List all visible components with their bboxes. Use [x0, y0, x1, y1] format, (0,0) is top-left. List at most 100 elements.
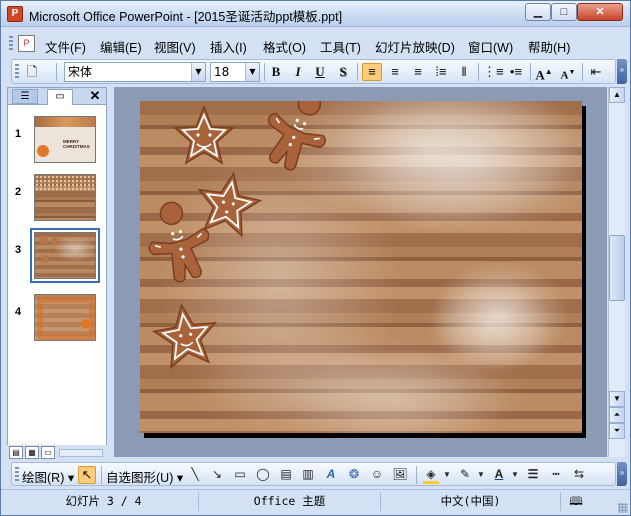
dash-style-icon[interactable]: ┅ — [547, 466, 565, 483]
menu-tools[interactable]: 工具(T) — [320, 37, 361, 56]
scrollbar-thumb[interactable] — [609, 235, 625, 301]
slides-pane: ☰ ▭ ✕ 1 MERRY CHRISTMAS 2 3 4 — [7, 87, 107, 461]
grow-font-label: A — [535, 67, 545, 83]
slide-number: 1 — [15, 128, 22, 140]
select-pointer-icon[interactable]: ↖ — [78, 466, 96, 484]
slide-thumbnail-1[interactable]: MERRY CHRISTMAS — [34, 116, 96, 163]
menu-format[interactable]: 格式(O) — [263, 37, 306, 56]
vertical-scrollbar[interactable]: ▲ ▼ ⏶ ⏷ — [608, 87, 625, 457]
oval-icon[interactable]: ◯ — [254, 466, 272, 483]
resize-grip[interactable] — [618, 503, 628, 513]
thumb-decoration — [35, 175, 95, 191]
separator — [56, 63, 57, 81]
document-menu-icon[interactable]: P — [18, 35, 35, 52]
arrow-icon[interactable]: ↘ — [208, 466, 226, 483]
chevron-down-icon[interactable]: ▼ — [506, 466, 524, 483]
line-icon[interactable]: ╲ — [186, 466, 204, 483]
fill-color-swatch — [423, 481, 439, 484]
align-right-icon[interactable]: ≡ — [408, 63, 428, 81]
menu-slideshow[interactable]: 幻灯片放映(D) — [375, 37, 455, 56]
powerpoint-app-icon[interactable]: P — [7, 6, 23, 22]
text-box-icon[interactable]: ▤ — [277, 466, 295, 483]
maximize-button[interactable]: □ — [551, 3, 577, 21]
menu-insert[interactable]: 插入(I) — [210, 37, 247, 56]
bold-button[interactable]: B — [266, 63, 286, 81]
slide-thumbnail-row[interactable]: 4 — [8, 290, 106, 346]
slide-thumbnail-row[interactable]: 2 — [8, 170, 106, 226]
menu-help[interactable]: 帮助(H) — [528, 37, 570, 56]
italic-button[interactable]: I — [288, 63, 308, 81]
slide-artwork — [148, 101, 580, 433]
underline-button[interactable]: U — [310, 63, 330, 81]
slide-thumbnail-row[interactable]: 3 — [8, 228, 106, 284]
rectangle-icon[interactable]: ▭ — [231, 466, 249, 483]
font-size-value: 18 — [214, 65, 230, 79]
normal-view-icon[interactable]: ▤ — [9, 446, 23, 459]
menu-edit[interactable]: 编辑(E) — [100, 37, 142, 56]
new-document-icon[interactable]: 🗋 — [22, 63, 42, 81]
menubar-grip[interactable] — [9, 36, 13, 52]
bullet-list-icon[interactable]: •≡ — [506, 63, 526, 81]
next-slide-icon[interactable]: ⏷ — [609, 423, 625, 439]
status-theme: Office 主题 — [199, 492, 381, 511]
chevron-down-icon[interactable]: ▼ — [245, 63, 259, 81]
vertical-text-box-icon[interactable]: ▥ — [299, 466, 317, 483]
slide-number: 4 — [15, 306, 22, 318]
status-bar: 幻灯片 3 / 4 Office 主题 中文(中国) 🕮 — [1, 489, 630, 515]
previous-slide-icon[interactable]: ⏶ — [609, 407, 625, 423]
window-title: Microsoft Office PowerPoint - [2015圣诞活动p… — [29, 10, 343, 24]
title-bar: P Microsoft Office PowerPoint - [2015圣诞活… — [1, 1, 630, 27]
font-size-select[interactable]: 18 ▼ — [210, 62, 260, 82]
tab-slides[interactable]: ▭ — [47, 89, 73, 105]
shrink-font-label: A — [560, 69, 569, 82]
status-language: 中文(中国) — [381, 492, 561, 511]
toolbar-grip[interactable] — [15, 64, 19, 80]
wordart-icon[interactable]: A — [322, 466, 340, 483]
toolbar-options-chevron-icon[interactable]: » — [617, 59, 627, 84]
diagram-icon[interactable]: ❂ — [345, 466, 363, 483]
autoshapes-button[interactable]: 自选图形(U) ▾ — [106, 467, 183, 486]
draw-menu-button[interactable]: 绘图(R) ▾ — [22, 467, 74, 486]
insert-picture-icon[interactable]: 🖼 — [391, 466, 409, 483]
arrow-style-icon[interactable]: ⇆ — [570, 466, 588, 483]
chevron-down-icon[interactable]: ▼ — [191, 63, 205, 81]
slide-sorter-view-icon[interactable]: ▦ — [25, 446, 39, 459]
scroll-down-icon[interactable]: ▼ — [609, 391, 625, 407]
distribute-icon[interactable]: ⁞≡ — [431, 63, 451, 81]
clip-art-icon[interactable]: ☺ — [368, 466, 386, 483]
slide-canvas[interactable] — [140, 101, 582, 433]
minimize-button[interactable]: ▁ — [525, 3, 551, 21]
grow-font-button[interactable]: A▲ — [534, 63, 554, 83]
close-icon[interactable]: ✕ — [82, 89, 108, 104]
numbered-list-icon[interactable]: ⋮≡ — [483, 63, 504, 81]
close-button[interactable]: ✕ — [577, 3, 623, 21]
menu-view[interactable]: 视图(V) — [154, 37, 196, 56]
slide-number: 2 — [15, 186, 22, 198]
align-center-icon[interactable]: ≡ — [385, 63, 405, 81]
chevron-down-icon[interactable]: ▼ — [472, 466, 490, 483]
slideshow-view-icon[interactable]: ▭ — [41, 446, 55, 459]
menu-window[interactable]: 窗口(W) — [468, 37, 513, 56]
slide-thumbnail-2[interactable] — [34, 174, 96, 221]
scroll-up-icon[interactable]: ▲ — [609, 87, 625, 103]
shrink-font-button[interactable]: A▼ — [558, 63, 578, 82]
tab-outline[interactable]: ☰ — [12, 89, 38, 104]
horizontal-scrollbar[interactable] — [59, 449, 103, 457]
slide-thumbnail-row[interactable]: 1 MERRY CHRISTMAS — [8, 112, 106, 168]
chevron-down-icon[interactable]: ▼ — [438, 466, 456, 483]
orange-slice-icon — [81, 319, 91, 329]
spell-check-icon[interactable]: 🕮 — [561, 492, 591, 511]
decrease-indent-icon[interactable]: ⇤ — [586, 63, 606, 81]
vertical-text-icon[interactable]: ‖ — [454, 63, 474, 81]
toolbar-grip[interactable] — [15, 467, 19, 483]
align-left-icon[interactable]: ≡ — [362, 63, 382, 81]
thumb-title: MERRY CHRISTMAS — [63, 139, 90, 149]
slide-thumbnail-4[interactable] — [34, 294, 96, 341]
line-style-icon[interactable]: ☰ — [524, 466, 542, 483]
menu-file[interactable]: 文件(F) — [45, 37, 86, 56]
font-name-select[interactable]: 宋体 ▼ — [64, 62, 206, 82]
slide-thumbnail-3[interactable] — [30, 228, 100, 283]
toolbar-options-chevron-icon[interactable]: » — [617, 462, 627, 486]
shadow-button[interactable]: S — [333, 63, 353, 81]
font-name-value: 宋体 — [68, 65, 93, 79]
